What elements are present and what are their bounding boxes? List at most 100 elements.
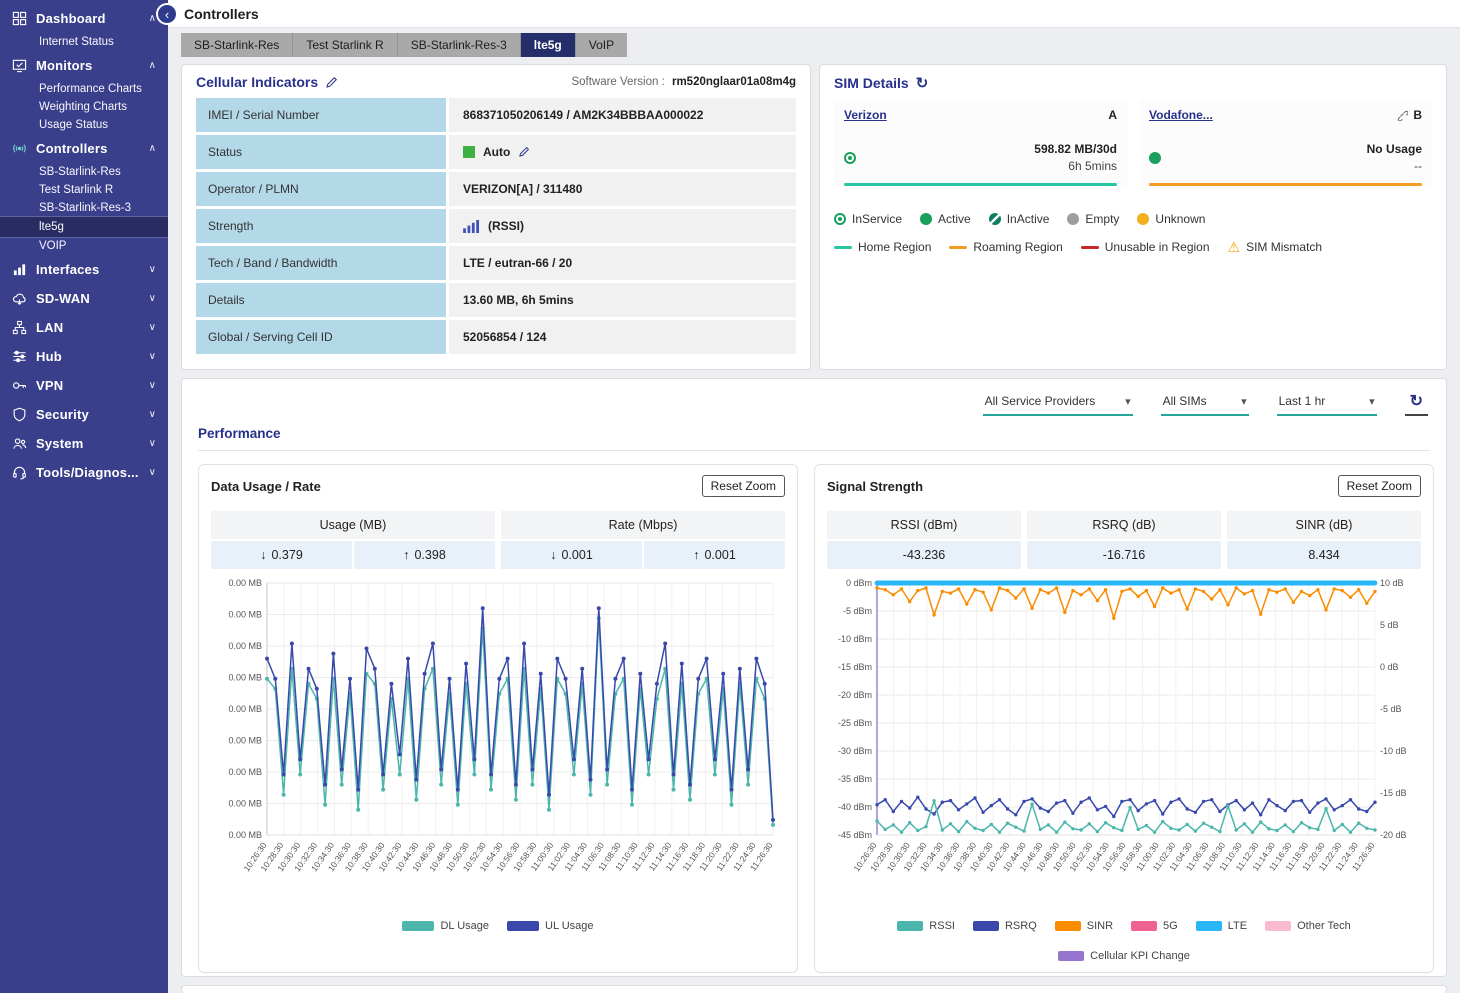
other-tech-swatch [1265,921,1291,931]
rsrq-stat: RSRQ (dB) -16.716 [1027,511,1221,569]
sidebar-item-hub[interactable]: Hub ∨ [0,342,168,371]
sim-title-text: SIM Details [834,75,909,91]
legend-ul-usage: UL Usage [507,920,594,932]
tab-test-starlink-r[interactable]: Test Starlink R [293,33,397,57]
sidebar-item-vpn[interactable]: VPN ∨ [0,371,168,400]
sidebar-item-label: Dashboard [36,11,140,26]
sim-panel-b[interactable]: Vodafone... B No Usage -- [1139,100,1432,186]
sim-b-head: Vodafone... B [1149,108,1422,122]
signal-bars-icon [463,220,480,233]
sims-select[interactable]: All SIMs ▾ [1161,391,1249,416]
sidebar-item-label: Hub [36,349,140,364]
sidebar-item-label: Security [36,407,140,422]
hub-icon [12,349,27,364]
chevron-down-icon: ∨ [149,409,156,420]
sidebar-item-voip[interactable]: VOIP [0,237,168,255]
svg-text:-5 dB: -5 dB [1380,704,1402,714]
rssi-swatch [897,921,923,931]
sidebar-item-usage-status[interactable]: Usage Status [0,116,168,134]
empty-icon [1067,213,1079,225]
tab-voip[interactable]: VoIP [576,33,627,57]
legend-dl-usage: DL Usage [402,920,489,932]
rate-down-value: 0.001 [561,548,592,562]
svg-text:-15 dBm: -15 dBm [838,662,872,672]
sim-panel-a[interactable]: Verizon A 598.82 MB/30d 6h 5mins [834,100,1127,186]
legend-label: Active [938,212,971,226]
sidebar-item-monitors[interactable]: Monitors ∧ [0,51,168,80]
usage-chart[interactable]: 0.00 MB0.00 MB0.00 MB0.00 MB0.00 MB0.00 … [211,575,785,919]
topbar: ‹ Controllers [168,0,1460,28]
stat-header: RSSI (dBm) [827,511,1021,539]
software-version: Software Version : rm520nglaar01a08m4g [571,76,796,88]
tab-sb-starlink-res-3[interactable]: SB-Starlink-Res-3 [398,33,521,57]
service-provider-select[interactable]: All Service Providers ▾ [983,391,1133,416]
usage-down: ↓0.379 [211,541,352,569]
signal-chart[interactable]: 0 dBm-5 dBm-10 dBm-15 dBm-20 dBm-25 dBm-… [827,575,1421,919]
sidebar-item-weighting-charts[interactable]: Weighting Charts [0,98,168,116]
sidebar-item-dashboard[interactable]: Dashboard ∧ [0,4,168,33]
sidebar-item-label: SD-WAN [36,291,140,306]
tab-lte5g[interactable]: lte5g [521,33,576,57]
refresh-icon[interactable]: ↻ [916,74,929,92]
row-label: Global / Serving Cell ID [196,320,446,354]
usage-stats: Usage (MB) ↓0.379 ↑0.398 Rate (Mbps) ↓0.… [211,511,785,569]
legend-label: Empty [1085,212,1119,226]
inservice-icon [834,213,846,225]
lan-icon [12,320,27,335]
cellular-row: Strength (RSSI) [196,209,796,243]
signal-chart-legend: RSSI RSRQ SINR 5G LTE Other Tech Cellula… [827,920,1421,966]
usage-up: ↑0.398 [352,541,495,569]
legend-unusable-region: Unusable in Region [1081,240,1210,254]
sidebar-item-test-starlink-r[interactable]: Test Starlink R [0,181,168,199]
collapse-sidebar-button[interactable]: ‹ [158,5,176,23]
refresh-icon[interactable]: ↻ [1405,393,1428,416]
rate-stat-group: Rate (Mbps) ↓0.001 ↑0.001 [501,511,785,569]
sidebar-item-lte5g[interactable]: lte5g [0,217,168,237]
row-label: Details [196,283,446,317]
edit-icon[interactable] [518,146,530,158]
vpn-icon [12,378,27,393]
svg-text:0.00 MB: 0.00 MB [228,736,262,746]
sim-b-slot-letter: B [1413,108,1422,122]
sidebar-item-label: Tools/Diagnos... [36,465,140,480]
sidebar-item-performance-charts[interactable]: Performance Charts [0,80,168,98]
sidebar-item-internet-status[interactable]: Internet Status [0,33,168,51]
sim-a-region-underline [844,183,1117,186]
time-range-select[interactable]: Last 1 hr ▾ [1277,391,1377,416]
sidebar-item-system[interactable]: System ∨ [0,429,168,458]
inservice-icon [844,152,856,164]
edit-icon[interactable] [325,76,338,89]
sidebar-item-controllers[interactable]: Controllers ∧ [0,134,168,163]
legend-label: Unusable in Region [1105,240,1210,254]
tab-sb-starlink-res[interactable]: SB-Starlink-Res [181,33,293,57]
svg-text:0.00 MB: 0.00 MB [228,704,262,714]
sidebar-item-interfaces[interactable]: Interfaces ∨ [0,255,168,284]
sidebar-item-sdwan[interactable]: SD-WAN ∨ [0,284,168,313]
sim-a-name-link[interactable]: Verizon [844,108,887,122]
legend-sim-mismatch: ⚠SIM Mismatch [1228,240,1323,254]
sidebar-item-label: LAN [36,320,140,335]
sidebar: Dashboard ∧ Internet Status Monitors ∧ P… [0,0,168,993]
stat-values: -43.236 [827,541,1021,569]
arrow-down-icon: ↓ [550,548,556,562]
headset-icon [12,465,27,480]
svg-text:-5 dBm: -5 dBm [843,606,872,616]
sim-b-name-link[interactable]: Vodafone... [1149,108,1213,122]
reset-zoom-button[interactable]: Reset Zoom [1338,475,1421,497]
sidebar-item-tools-diagnostics[interactable]: Tools/Diagnos... ∨ [0,458,168,487]
sidebar-item-sb-starlink-res[interactable]: SB-Starlink-Res [0,163,168,181]
legend-other-tech: Other Tech [1265,920,1351,932]
svg-text:-20 dBm: -20 dBm [838,690,872,700]
sidebar-item-security[interactable]: Security ∨ [0,400,168,429]
chevron-down-icon: ∨ [149,351,156,362]
sidebar-item-lan[interactable]: LAN ∨ [0,313,168,342]
rsrq-swatch [973,921,999,931]
sinr-stat: SINR (dB) 8.434 [1227,511,1421,569]
svg-text:5 dB: 5 dB [1380,620,1399,630]
reset-zoom-button[interactable]: Reset Zoom [702,475,785,497]
arrow-up-icon: ↑ [693,548,699,562]
svg-text:-40 dBm: -40 dBm [838,802,872,812]
sidebar-item-label: Monitors [36,58,140,73]
sidebar-item-sb-starlink-res-3[interactable]: SB-Starlink-Res-3 [0,199,168,217]
stat-header: SINR (dB) [1227,511,1421,539]
